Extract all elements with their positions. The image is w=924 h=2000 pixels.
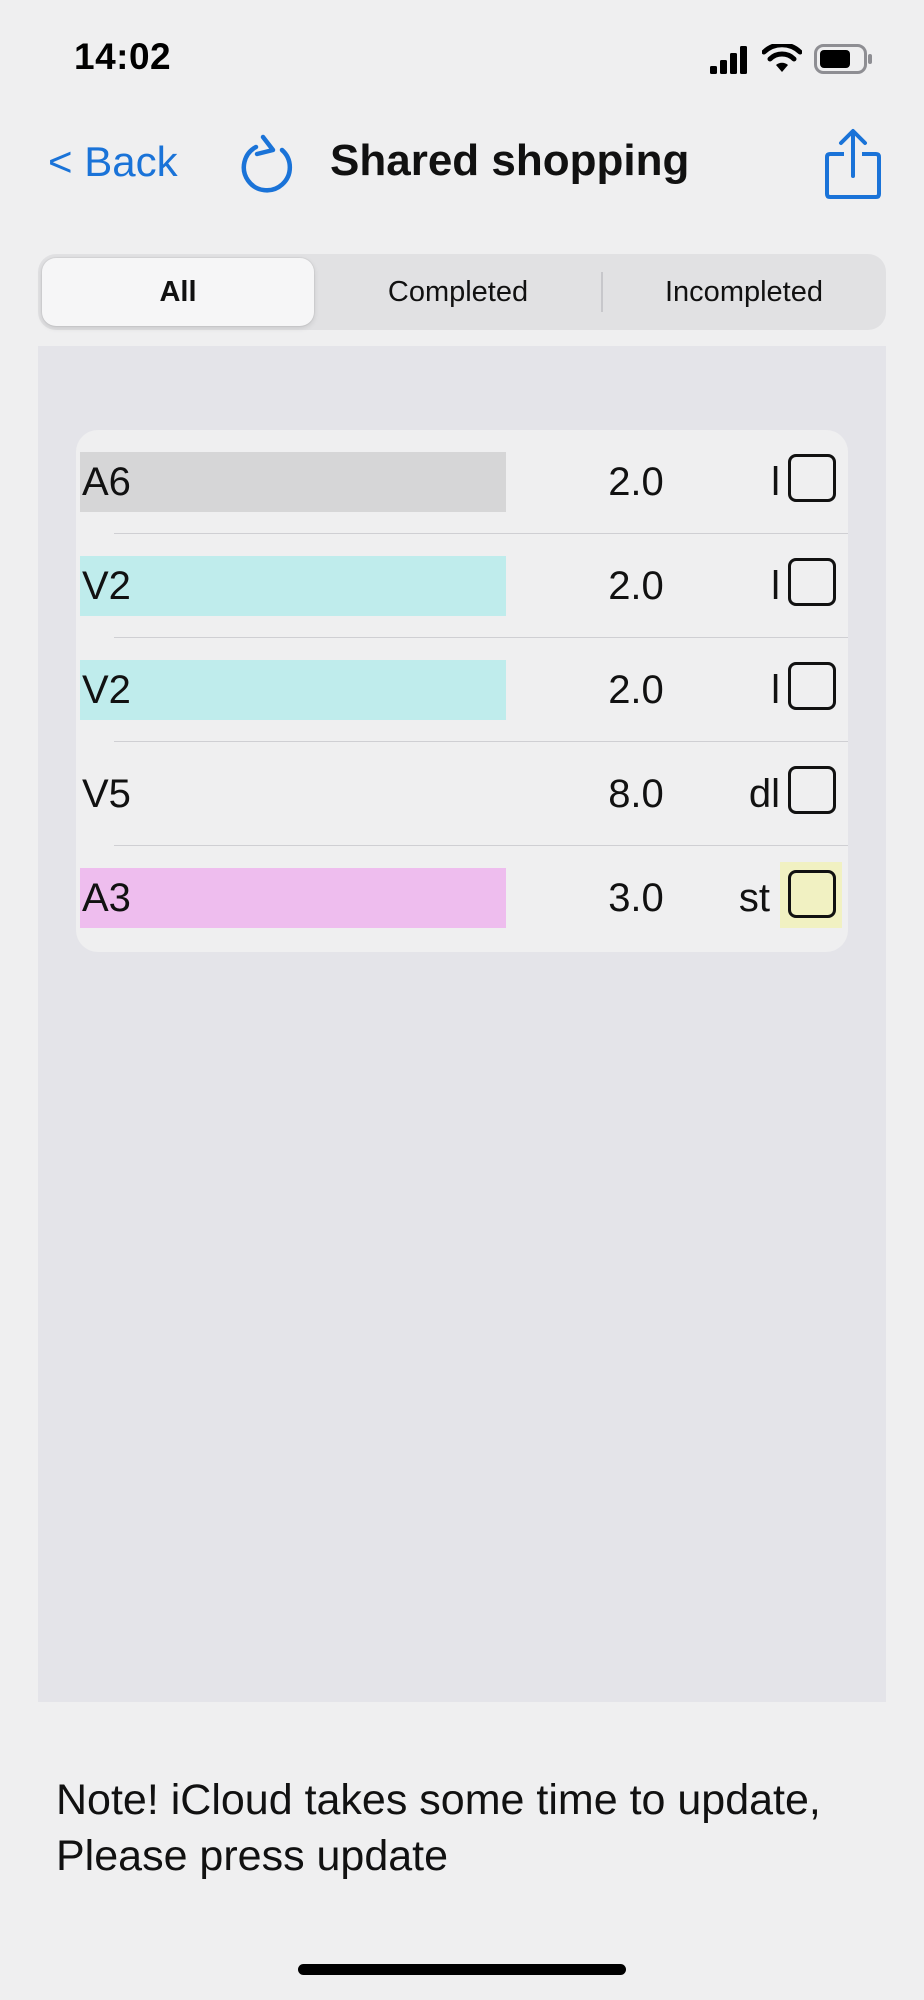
item-name: V5 bbox=[82, 772, 131, 816]
status-time: 14:02 bbox=[74, 36, 172, 77]
list-item[interactable]: V2 2.0 l bbox=[76, 534, 848, 638]
item-quantity: 2.0 bbox=[608, 564, 664, 608]
page-title: Shared shopping bbox=[330, 136, 690, 185]
item-color-highlight bbox=[80, 868, 506, 928]
item-unit: l bbox=[771, 668, 780, 712]
shopping-list: A6 2.0 l V2 2.0 l V2 2.0 l V5 8.0 dl A3 … bbox=[76, 430, 848, 952]
refresh-icon[interactable] bbox=[238, 130, 298, 196]
back-button[interactable]: < Back bbox=[48, 138, 178, 186]
list-item[interactable]: A6 2.0 l bbox=[76, 430, 848, 534]
list-item[interactable]: V5 8.0 dl bbox=[76, 742, 848, 846]
filter-segmented-control: All Completed Incompleted bbox=[38, 254, 886, 330]
list-item[interactable]: A3 3.0 st bbox=[76, 846, 848, 950]
item-name: A6 bbox=[82, 460, 131, 504]
item-name: V2 bbox=[82, 564, 131, 608]
item-quantity: 3.0 bbox=[608, 876, 664, 920]
item-quantity: 2.0 bbox=[608, 460, 664, 504]
item-quantity: 2.0 bbox=[608, 668, 664, 712]
item-color-highlight bbox=[80, 556, 506, 616]
item-quantity: 8.0 bbox=[608, 772, 664, 816]
item-name: V2 bbox=[82, 668, 131, 712]
segment-divider bbox=[601, 272, 603, 312]
item-checkbox[interactable] bbox=[788, 558, 836, 606]
item-checkbox[interactable] bbox=[788, 766, 836, 814]
item-color-highlight bbox=[80, 660, 506, 720]
screen: 14:02 < Back Shared shopping All Complet… bbox=[0, 0, 924, 2000]
cellular-signal-icon bbox=[710, 46, 750, 79]
wifi-icon bbox=[761, 42, 803, 79]
icloud-note: Note! iCloud takes some time to update, … bbox=[56, 1772, 896, 1884]
battery-icon bbox=[814, 44, 874, 79]
share-icon[interactable] bbox=[824, 128, 882, 200]
item-unit: st bbox=[738, 876, 770, 920]
segment-completed[interactable]: Completed bbox=[322, 258, 594, 326]
item-checkbox[interactable] bbox=[788, 662, 836, 710]
item-unit: dl bbox=[748, 772, 780, 816]
item-checkbox[interactable] bbox=[788, 454, 836, 502]
list-panel: A6 2.0 l V2 2.0 l V2 2.0 l V5 8.0 dl A3 … bbox=[38, 346, 886, 1702]
note-line-1: Note! iCloud takes some time to update, bbox=[56, 1776, 821, 1824]
note-line-2: Please press update bbox=[56, 1832, 449, 1880]
segment-all[interactable]: All bbox=[42, 258, 314, 326]
status-icons bbox=[710, 40, 880, 80]
item-name: A3 bbox=[82, 876, 131, 920]
home-indicator[interactable] bbox=[298, 1964, 626, 1975]
segment-incompleted[interactable]: Incompleted bbox=[608, 258, 880, 326]
list-item[interactable]: V2 2.0 l bbox=[76, 638, 848, 742]
item-checkbox[interactable] bbox=[788, 870, 836, 918]
item-unit: l bbox=[771, 564, 780, 608]
status-bar: 14:02 bbox=[0, 0, 924, 110]
item-color-highlight bbox=[80, 452, 506, 512]
item-unit: l bbox=[771, 460, 780, 504]
